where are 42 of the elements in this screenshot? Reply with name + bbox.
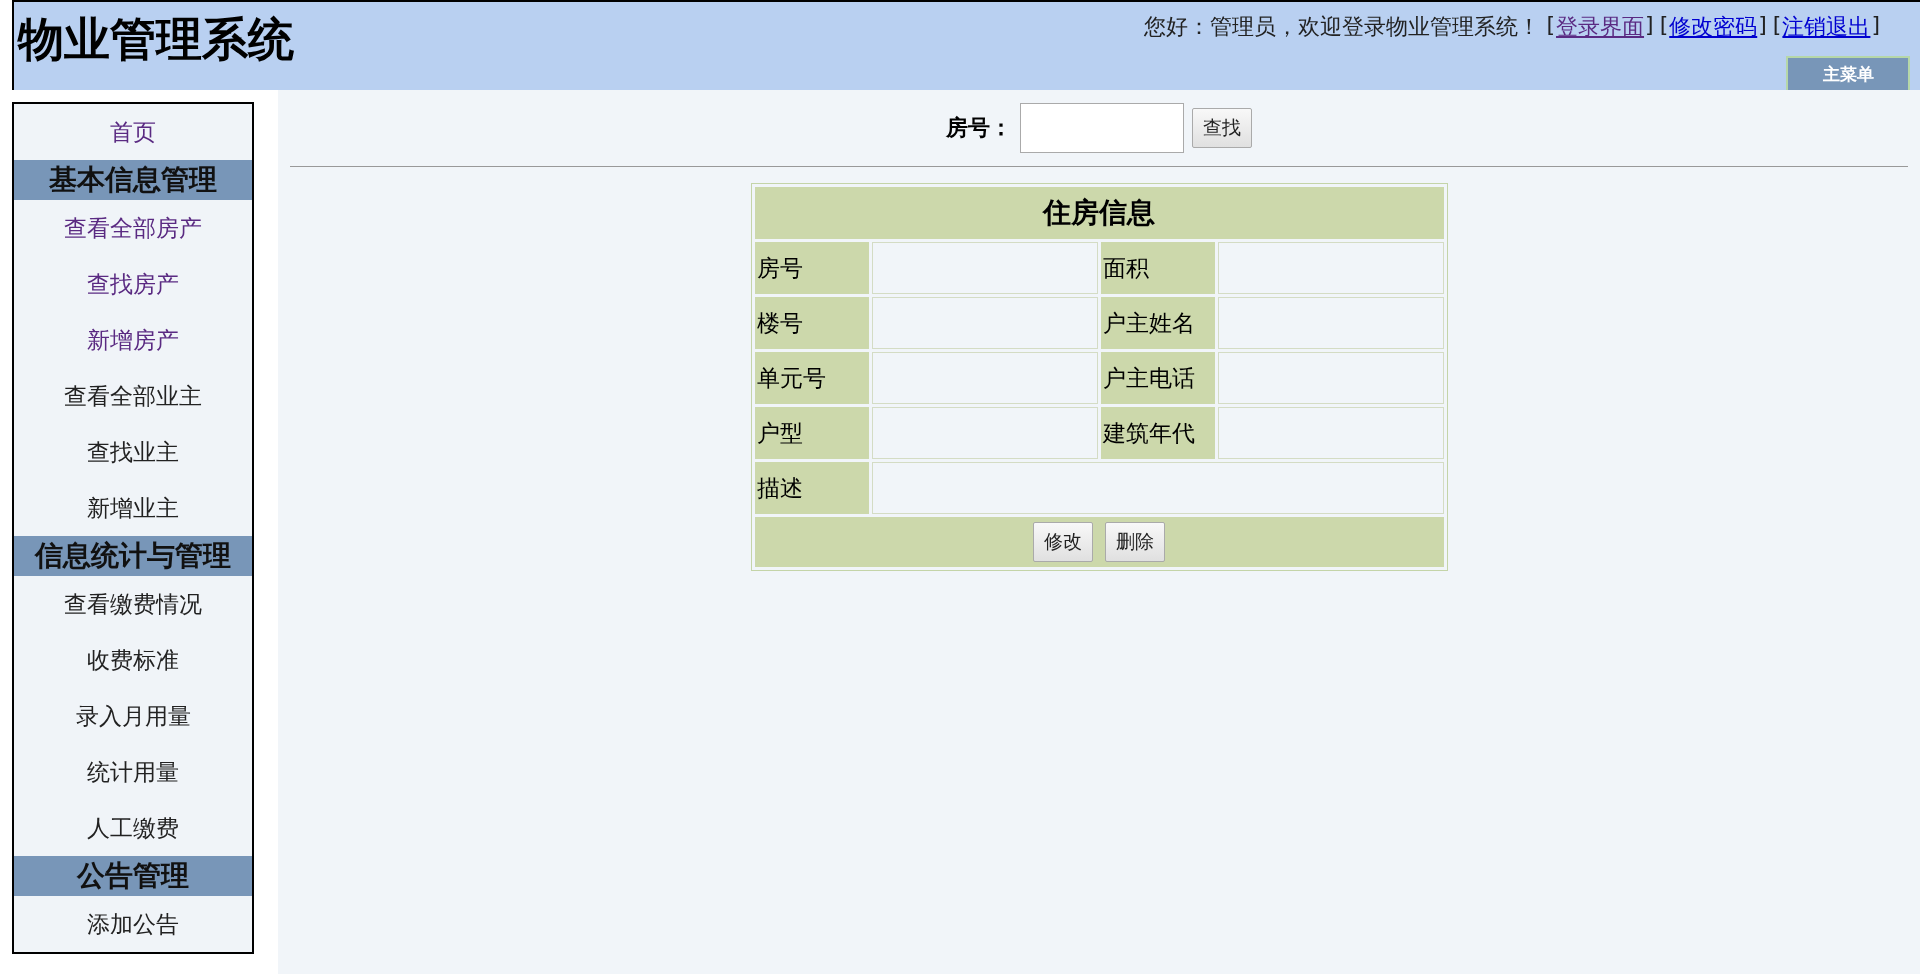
action-button[interactable]: 修改 (1033, 522, 1093, 562)
field-label: 面积 (1100, 242, 1215, 294)
bracket-text: [ (1772, 12, 1782, 39)
field-label: 房号 (754, 242, 869, 294)
bracket-text: [ (1546, 12, 1556, 39)
room-number-field[interactable] (1020, 103, 1184, 153)
welcome-text: 您好：管理员，欢迎登录物业管理系统！ (1144, 13, 1541, 41)
sidebar-link[interactable]: 查看全部业主 (14, 368, 252, 424)
header-link[interactable]: 登录界面 (1556, 12, 1645, 42)
header-link[interactable]: 注销退出 (1782, 12, 1871, 42)
site-title: 物业管理系统 (18, 12, 294, 68)
field-label: 户主电话 (1100, 352, 1215, 404)
table-title: 住房信息 (754, 187, 1444, 239)
sidebar-link[interactable]: 查找业主 (14, 424, 252, 480)
sidebar-link[interactable]: 查看缴费情况 (14, 576, 252, 632)
field-label: 户主姓名 (1100, 297, 1215, 349)
sidebar-heading: 信息统计与管理 (14, 536, 252, 576)
search-button[interactable]: 查找 (1192, 108, 1252, 148)
sidebar-link[interactable]: 查找房产 (14, 256, 252, 312)
sidebar-link[interactable]: 查看全部房产 (14, 200, 252, 256)
sidebar-link[interactable]: 统计用量 (14, 744, 252, 800)
bracket-text: ] (1645, 12, 1654, 39)
field-label: 楼号 (754, 297, 869, 349)
bracket-text: [ (1659, 12, 1669, 39)
bracket-text: ] (1871, 12, 1880, 39)
room-number-label: 房号： (946, 114, 1012, 142)
sidebar-link[interactable]: 收费标准 (14, 632, 252, 688)
field-label: 单元号 (754, 352, 869, 404)
action-button[interactable]: 删除 (1105, 522, 1165, 562)
sidebar-heading: 公告管理 (14, 856, 252, 896)
field-label: 户型 (754, 407, 869, 459)
field-label: 建筑年代 (1100, 407, 1215, 459)
sidebar-link[interactable]: 人工缴费 (14, 800, 252, 856)
sidebar-link[interactable]: 录入月用量 (14, 688, 252, 744)
sidebar-link[interactable]: 添加公告 (14, 896, 252, 952)
sidebar-link[interactable]: 新增业主 (14, 480, 252, 536)
sidebar-link[interactable]: 首页 (14, 104, 252, 160)
field-label: 描述 (754, 462, 869, 514)
bracket-text: ] (1758, 12, 1767, 39)
header-link[interactable]: 修改密码 (1669, 12, 1758, 42)
sidebar-heading: 基本信息管理 (14, 160, 252, 200)
sidebar-link[interactable]: 新增房产 (14, 312, 252, 368)
